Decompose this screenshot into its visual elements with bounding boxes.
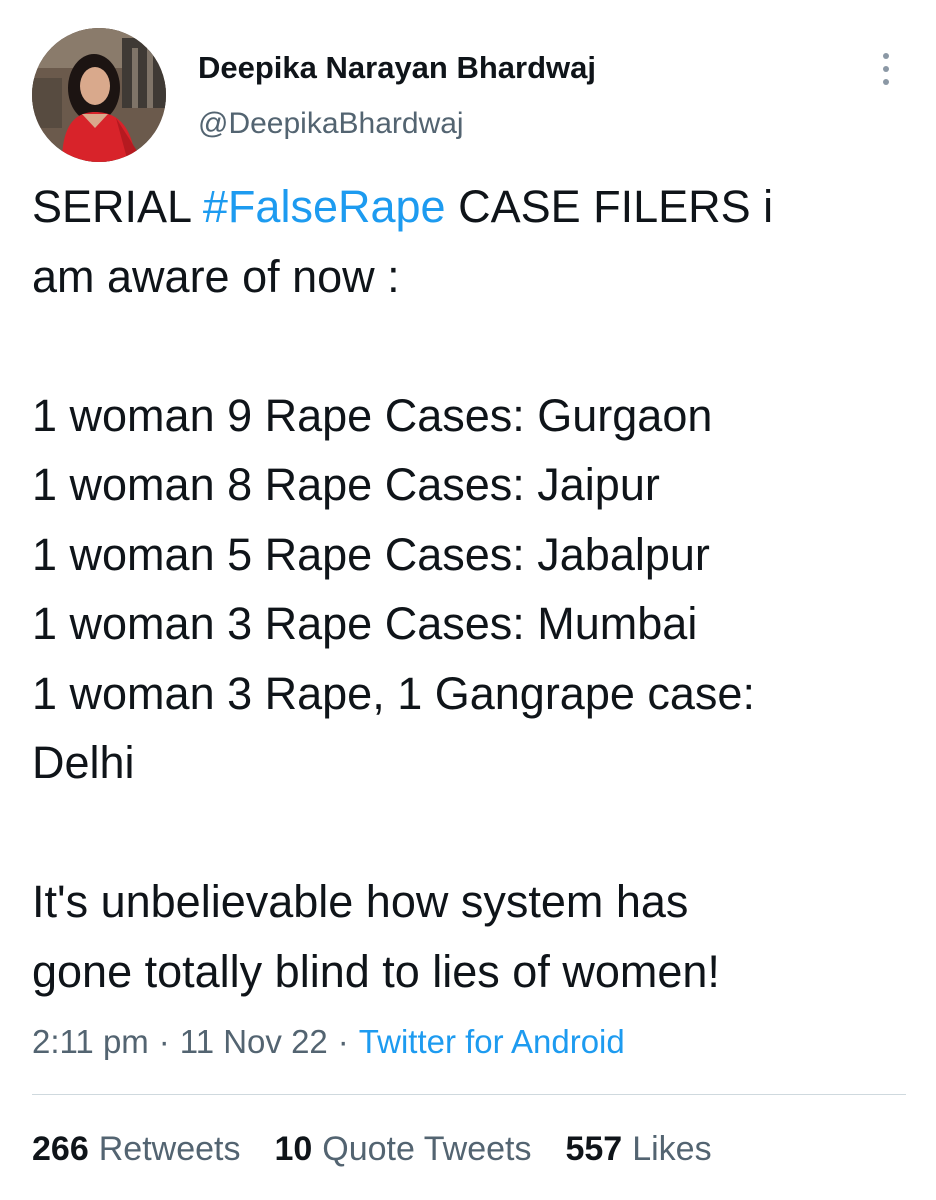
meta-separator: · [158, 1023, 170, 1060]
likes-count: 557 [565, 1130, 623, 1168]
divider [32, 1094, 906, 1095]
profile-photo [32, 28, 166, 162]
case-list-item: 1 woman 5 Rape Cases: Jabalpur [32, 528, 710, 580]
closing-line: gone totally blind to lies of women! [32, 945, 720, 997]
author-display-name[interactable]: Deepika Narayan Bhardwaj [198, 48, 596, 88]
retweets-label: Retweets [98, 1130, 241, 1168]
quote-tweets-stat[interactable]: 10 Quote Tweets [274, 1124, 531, 1174]
quote-tweets-label: Quote Tweets [322, 1130, 532, 1168]
tweet-source-link[interactable]: Twitter for Android [359, 1023, 625, 1060]
more-vertical-icon [883, 53, 889, 85]
tweet-time[interactable]: 2:11 pm [32, 1023, 149, 1060]
case-list-item: 1 woman 8 Rape Cases: Jaipur [32, 459, 660, 510]
avatar[interactable] [32, 28, 166, 162]
tweet: Deepika Narayan Bhardwaj @DeepikaBhardwa… [0, 0, 936, 1200]
tweet-text-suffix: CASE FILERS i [445, 181, 774, 232]
tweet-date[interactable]: 11 Nov 22 [180, 1023, 328, 1060]
quote-tweets-count: 10 [274, 1130, 313, 1168]
meta-separator: · [337, 1023, 349, 1060]
likes-stat[interactable]: 557 Likes [565, 1124, 711, 1174]
more-options-button[interactable] [868, 44, 904, 94]
hashtag-link[interactable]: #FalseRape [203, 181, 446, 232]
retweets-count: 266 [32, 1130, 89, 1168]
case-list-item: 1 woman 9 Rape Cases: Gurgaon [32, 389, 713, 441]
case-list-item: 1 woman 3 Rape, 1 Gangrape case: [32, 667, 755, 719]
closing-line: It's unbelievable how system has [32, 876, 689, 927]
tweet-line: SERIAL #FalseRape CASE FILERS i [32, 172, 912, 242]
case-list-item: Delhi [32, 737, 135, 788]
tweet-line: am aware of now : [32, 250, 400, 302]
case-list-item: 1 woman 3 Rape Cases: Mumbai [32, 598, 698, 649]
engagement-stats: 266 Retweets 10 Quote Tweets 557 Likes [32, 1124, 712, 1174]
likes-label: Likes [632, 1130, 712, 1168]
tweet-meta: 2:11 pm · 11 Nov 22 · Twitter for Android [32, 1018, 625, 1066]
author-handle[interactable]: @DeepikaBhardwaj [198, 104, 464, 144]
tweet-text: SERIAL #FalseRape CASE FILERS i am aware… [32, 172, 912, 1006]
tweet-text-prefix: SERIAL [32, 181, 203, 232]
retweets-stat[interactable]: 266 Retweets [32, 1124, 240, 1174]
